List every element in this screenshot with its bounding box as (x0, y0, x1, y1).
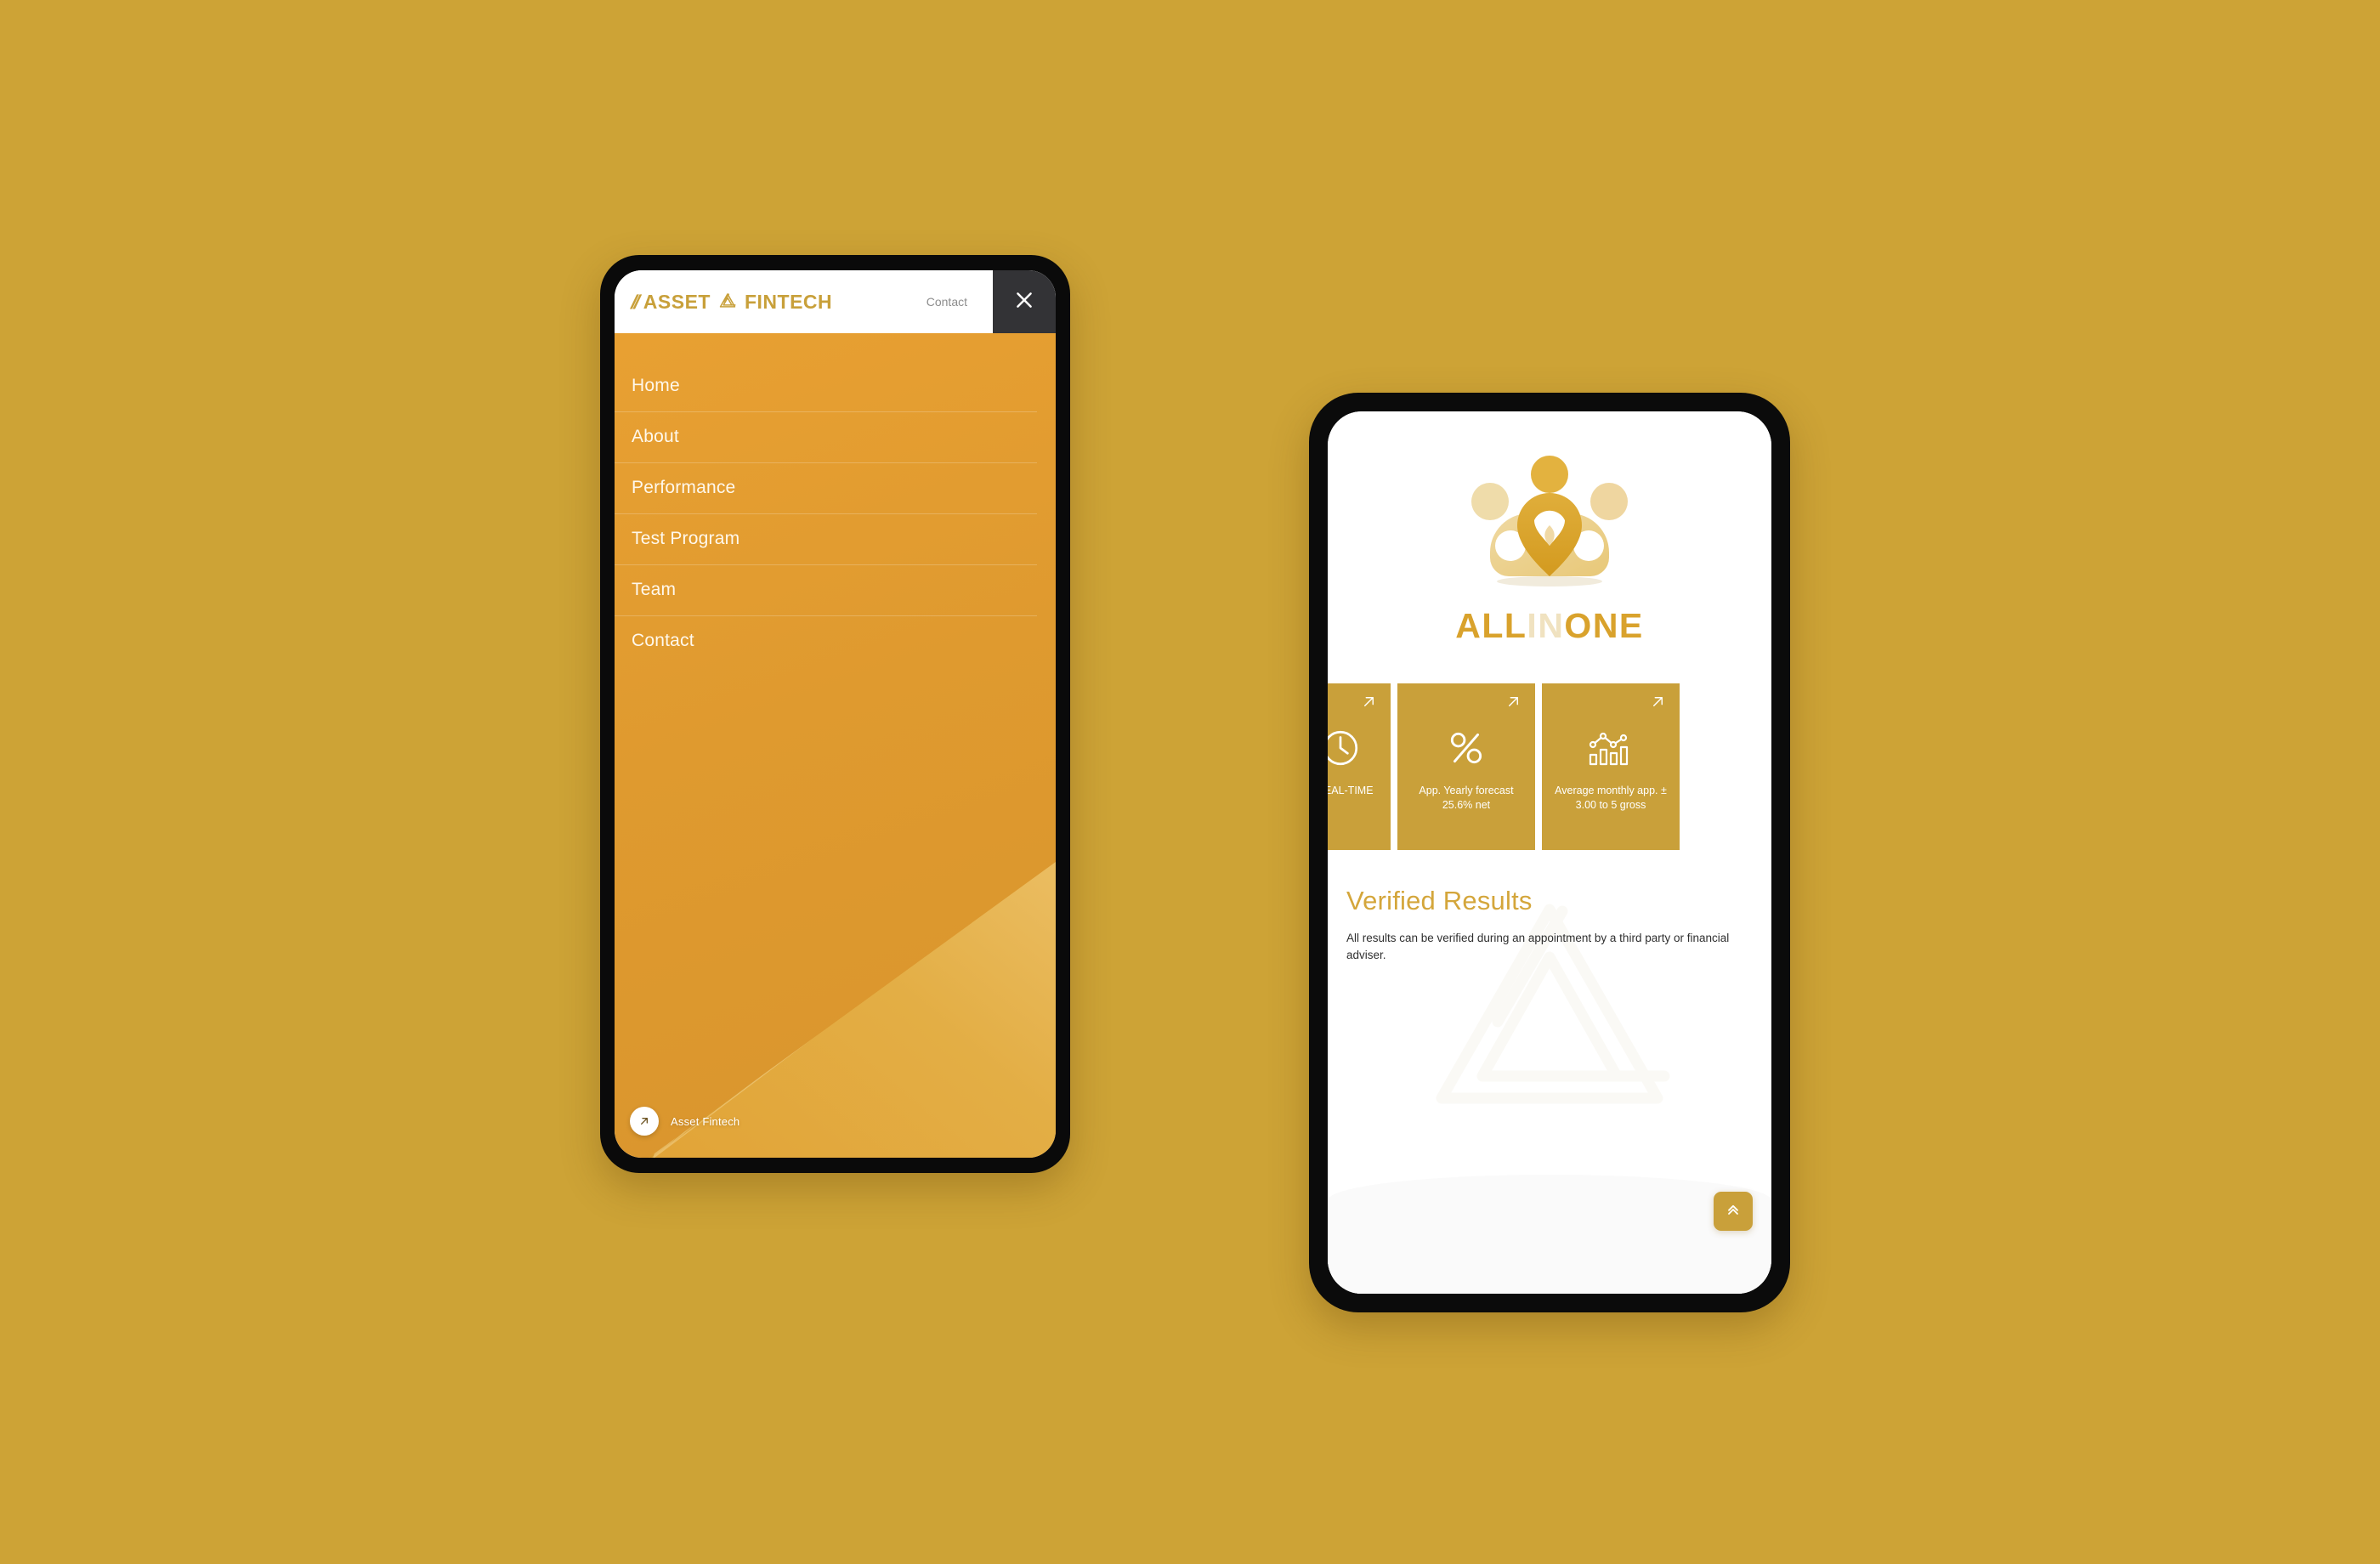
menu-items-list: Home About Performance Test Program Team… (615, 333, 1056, 666)
wordmark-one: ONE (1564, 605, 1644, 645)
site-logo[interactable]: // ASSET FINTECH (615, 270, 832, 333)
menu-item-performance[interactable]: Performance (615, 462, 1056, 513)
menu-item-label: Contact (632, 631, 694, 650)
feature-card-text: n REAL-TIME (1328, 785, 1374, 796)
menu-item-label: Home (632, 376, 680, 395)
header-spacer (832, 270, 926, 333)
close-icon (1013, 289, 1035, 315)
feature-card-text: Average monthly app. ± 3.00 to 5 gross (1555, 785, 1667, 811)
menu-item-label: Team (632, 580, 677, 599)
menu-item-about[interactable]: About (615, 411, 1056, 462)
menu-item-test-program[interactable]: Test Program (615, 513, 1056, 564)
clock-icon (1328, 726, 1363, 770)
people-group-pin-icon (1459, 452, 1640, 605)
allinone-hero: ALLINONE (1328, 411, 1771, 683)
footer-band (1328, 1175, 1771, 1294)
double-chevron-up-icon (1725, 1201, 1742, 1222)
close-menu-button[interactable] (993, 270, 1056, 333)
verified-results-section: Verified Results All results can be veri… (1328, 850, 1771, 1294)
menu-item-contact[interactable]: Contact (615, 615, 1056, 666)
logo-word-fintech: FINTECH (744, 290, 833, 313)
feature-card-average-monthly[interactable]: Average monthly app. ± 3.00 to 5 gross (1542, 683, 1680, 850)
arrow-up-right-icon (1650, 694, 1666, 710)
verified-results-title: Verified Results (1346, 886, 1533, 915)
feature-card-strip: n REAL-TIME App. Yearly forecast 25.6% n… (1328, 683, 1771, 850)
left-phone-frame: // ASSET FINTECH Contact Home About Perf… (600, 255, 1070, 1173)
menu-item-team[interactable]: Team (615, 564, 1056, 615)
trefoil-knot-icon (717, 291, 739, 313)
feature-card-yearly-forecast[interactable]: App. Yearly forecast 25.6% net (1397, 683, 1535, 850)
right-phone-screen: ALLINONE n REAL-TIME (1328, 411, 1771, 1294)
wordmark-in: IN (1527, 605, 1565, 645)
menu-item-home[interactable]: Home (615, 360, 1056, 411)
verified-results-body: All results can be verified during an ap… (1346, 932, 1730, 961)
header-contact-link[interactable]: Contact (926, 270, 993, 333)
menu-item-label: About (632, 427, 679, 446)
palm-frond-background (615, 792, 1056, 1158)
arrow-up-right-icon (1361, 694, 1377, 710)
logo-slashes: // (628, 290, 641, 313)
menu-item-label: Performance (632, 478, 736, 497)
site-credit[interactable]: Asset Fintech (630, 1107, 740, 1136)
right-phone-frame: ALLINONE n REAL-TIME (1309, 393, 1790, 1312)
allinone-wordmark: ALLINONE (1455, 605, 1644, 645)
feature-card-real-time[interactable]: n REAL-TIME (1328, 683, 1391, 850)
left-phone-screen: // ASSET FINTECH Contact Home About Perf… (615, 270, 1056, 1158)
mobile-menu-panel: Home About Performance Test Program Team… (615, 333, 1056, 1158)
feature-card-text: App. Yearly forecast 25.6% net (1419, 785, 1514, 811)
site-credit-label: Asset Fintech (671, 1114, 740, 1128)
arrow-up-right-icon[interactable] (630, 1107, 659, 1136)
logo-word-asset: ASSET (643, 290, 711, 313)
arrow-up-right-icon (1505, 694, 1522, 710)
percent-icon (1444, 726, 1488, 770)
bar-chart-trend-icon (1589, 726, 1633, 770)
menu-item-label: Test Program (632, 529, 740, 548)
wordmark-all: ALL (1455, 605, 1527, 645)
scroll-to-top-button[interactable] (1714, 1192, 1753, 1231)
site-header: // ASSET FINTECH Contact (615, 270, 1056, 333)
